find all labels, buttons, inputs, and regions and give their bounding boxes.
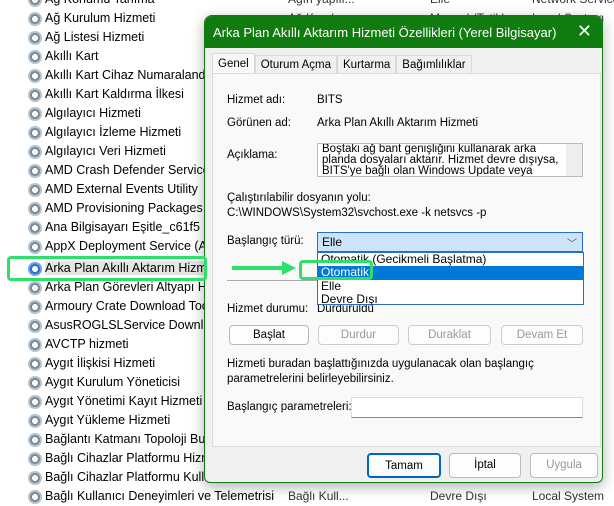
stop-button[interactable]: Durdur — [318, 325, 399, 345]
service-name-label: Hizmet adı: — [227, 94, 286, 106]
startup-type-label: Başlangıç türü: — [227, 235, 304, 247]
service-name: Bağlı Cihazlar Platformu Kullar — [45, 470, 216, 484]
dialog-titlebar: Arka Plan Akıllı Aktarım Hizmeti Özellik… — [205, 16, 602, 48]
annotation-arrowhead — [282, 261, 296, 275]
description-scrollbar[interactable] — [566, 144, 582, 176]
service-name: Algılayıcı Veri Hizmeti — [45, 144, 166, 158]
ok-button[interactable]: Tamam — [367, 453, 441, 478]
tab-logon[interactable]: Oturum Açma — [254, 55, 337, 73]
annotation-box-option — [299, 260, 373, 280]
apply-button[interactable]: Uygula — [530, 453, 598, 478]
service-name: Aygıt İlişkisi Hizmeti — [45, 356, 156, 370]
service-name: Akıllı Kart — [45, 49, 99, 63]
service-name: AMD Crash Defender Service — [45, 163, 210, 177]
service-name: Algılayıcı Hizmeti — [45, 106, 141, 120]
gear-icon — [28, 471, 42, 485]
gear-icon — [28, 414, 42, 428]
tab-recovery[interactable]: Kurtarma — [337, 55, 397, 73]
service-name: Ana Bilgisayarı Eşitle_c61f5 — [45, 220, 200, 234]
help-text: Hizmeti buradan başlattığınızda uygulana… — [227, 358, 534, 385]
pause-button[interactable]: Duraklat — [408, 325, 491, 345]
service-name: Arka Plan Görevleri Altyapı Hiz — [45, 280, 216, 294]
tab-general[interactable]: Genel — [212, 53, 255, 75]
close-icon[interactable]: ✕ — [577, 21, 592, 42]
path-label: Çalıştırılabilir dosyanın yolu: — [227, 192, 371, 204]
service-startup: Elle — [430, 0, 450, 6]
service-name: Bağlı Kullanıcı Deneyimleri ve Telemetri… — [45, 489, 275, 503]
properties-dialog: Arka Plan Akıllı Aktarım Hizmeti Özellik… — [204, 15, 603, 483]
service-startup: Devre Dışı — [430, 489, 487, 503]
annotation-box-service — [7, 256, 207, 281]
service-name: AMD External Events Utility — [45, 182, 198, 196]
gear-icon — [28, 69, 42, 83]
service-name: AppX Deployment Service (Ap — [45, 239, 214, 253]
gear-icon — [28, 126, 42, 140]
display-name-label: Görünen ad: — [227, 117, 291, 129]
service-name: Ağ Kurulum Hizmeti — [45, 11, 156, 25]
description-box[interactable]: Boştaki ağ bant genişliğini kullanarak a… — [317, 143, 583, 177]
service-name: Aygıt Yönetimi Kayıt Hizmeti — [45, 394, 203, 408]
gear-icon — [28, 50, 42, 64]
service-logon: Network Service — [532, 0, 614, 6]
service-name: Akıllı Kart Kaldırma İlkesi — [45, 87, 184, 101]
service-description: Ağın yapılı... — [288, 0, 355, 6]
service-name: Aygıt Kurulum Yöneticisi — [45, 375, 181, 389]
gear-icon — [28, 490, 42, 504]
gear-icon — [28, 338, 42, 352]
gear-icon — [28, 395, 42, 409]
service-name-value: BITS — [317, 94, 343, 106]
gear-icon — [28, 164, 42, 178]
service-name: Aygıt Yükleme Hizmeti — [45, 413, 171, 427]
description-text: Boştaki ağ bant genişliğini kullanarak a… — [322, 143, 559, 177]
gear-icon — [28, 376, 42, 390]
service-name: Bağlantı Katmanı Topoloji Bulr — [45, 432, 213, 446]
params-label: Başlangıç parametreleri: — [227, 401, 352, 413]
gear-icon — [28, 145, 42, 159]
service-name: Ağ Listesi Hizmeti — [45, 30, 145, 44]
gear-icon — [28, 452, 42, 466]
service-name: Armoury Crate Download Too — [45, 299, 209, 313]
tab-dependencies[interactable]: Bağımlılıklar — [396, 55, 472, 73]
service-name: Ağ Konumu Tanıma — [45, 0, 155, 6]
gear-icon — [28, 319, 42, 333]
resume-button[interactable]: Devam Et — [501, 325, 583, 345]
gear-icon — [28, 0, 42, 7]
gear-icon — [28, 12, 42, 26]
gear-icon — [28, 433, 42, 447]
gear-icon — [28, 183, 42, 197]
option-disabled[interactable]: Devre Dışı — [318, 293, 583, 306]
service-description: Bağlı Kull... — [288, 489, 349, 503]
service-name: Akıllı Kart Cihaz Numaralandır — [45, 68, 214, 82]
cancel-button[interactable]: İptal — [449, 453, 521, 478]
service-name: Bağlı Cihazlar Platformu Hizm — [45, 451, 212, 465]
annotation-arrow — [232, 266, 284, 270]
start-button[interactable]: Başlat — [229, 325, 309, 345]
service-name: AsusROGLSLService Download — [45, 318, 225, 332]
path-value: C:\WINDOWS\System32\svchost.exe -k netsv… — [227, 207, 487, 219]
gear-icon — [28, 202, 42, 216]
gear-icon — [28, 31, 42, 45]
gear-icon — [28, 88, 42, 102]
gear-icon — [28, 107, 42, 121]
startup-type-value: Elle — [322, 235, 343, 249]
params-input[interactable] — [351, 397, 583, 418]
service-name: AVCTP hizmeti — [45, 337, 129, 351]
general-panel: Hizmet adı: BITS Görünen ad: Arka Plan A… — [212, 73, 601, 447]
gear-icon — [28, 240, 42, 254]
gear-icon — [28, 281, 42, 295]
description-label: Açıklama: — [227, 149, 278, 161]
service-row[interactable]: Bağlı Kullanıcı Deneyimleri ve Telemetri… — [0, 487, 614, 506]
gear-icon — [28, 221, 42, 235]
gear-icon — [28, 357, 42, 371]
service-name: Algılayıcı İzleme Hizmeti — [45, 125, 182, 139]
service-name: AMD Provisioning Packages Se — [45, 201, 222, 215]
startup-type-select[interactable]: Elle ﹀ — [317, 232, 583, 252]
display-name-value: Arka Plan Akıllı Aktarım Hizmeti — [317, 117, 479, 129]
dialog-title: Arka Plan Akıllı Aktarım Hizmeti Özellik… — [213, 25, 557, 40]
service-logon: Local System — [532, 489, 605, 503]
status-label: Hizmet durumu: — [227, 303, 309, 315]
chevron-down-icon: ﹀ — [567, 239, 577, 250]
service-row[interactable]: Ağ Konumu Tanıma Ağın yapılı... Elle Networ… — [0, 0, 614, 9]
gear-icon — [28, 300, 42, 314]
